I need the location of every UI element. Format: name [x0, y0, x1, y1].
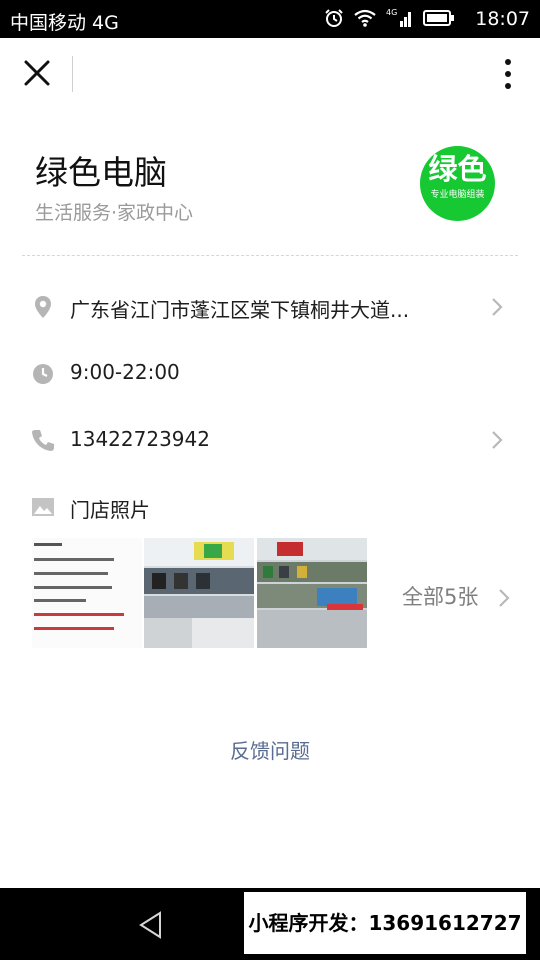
promo-banner: 小程序开发：13691612727 [242, 890, 528, 956]
alarm-icon [325, 9, 343, 27]
shop-category: 生活服务·家政中心 [35, 202, 194, 224]
close-icon[interactable] [20, 56, 54, 90]
battery-icon [423, 10, 454, 26]
wifi-icon [354, 9, 376, 27]
image-icon [32, 498, 54, 516]
top-bar [0, 38, 540, 110]
shop-logo: 绿色 专业电脑组装 [420, 146, 495, 221]
svg-text:4G: 4G [386, 8, 397, 17]
carrier-label: 中国移动 4G [10, 12, 119, 34]
phone-icon [32, 430, 54, 451]
photo-thumbnail-store-shelves[interactable] [257, 538, 367, 648]
chevron-right-icon [492, 298, 503, 316]
photo-thumbnail-price-list[interactable] [32, 538, 142, 648]
clock: 18:07 [475, 8, 530, 30]
see-all-photos-link[interactable]: 全部5张 [402, 581, 478, 611]
chevron-right-icon [492, 431, 503, 449]
address-text: 广东省江门市蓬江区棠下镇桐井大道... [70, 298, 410, 322]
photos-label-row: 门店照片 [0, 482, 540, 532]
photo-thumbnail-store-interior[interactable] [144, 538, 254, 648]
signal-4g-icon: 4G [386, 8, 411, 27]
logo-text: 绿色 [428, 152, 487, 186]
hours-text: 9:00-22:00 [70, 360, 180, 384]
phone-row[interactable]: 13422723942 [0, 415, 540, 465]
address-row[interactable]: 广东省江门市蓬江区棠下镇桐井大道... [0, 282, 540, 332]
hours-row: 9:00-22:00 [0, 348, 540, 398]
more-vertical-icon[interactable] [498, 56, 518, 92]
top-bar-divider [72, 56, 73, 92]
section-divider [22, 255, 518, 256]
clock-icon [33, 364, 53, 384]
status-icons: 4G [324, 7, 455, 29]
chevron-right-icon[interactable] [497, 587, 511, 609]
photos-label: 门店照片 [70, 498, 150, 522]
shop-name: 绿色电脑 [35, 153, 167, 192]
logo-subtext: 专业电脑组装 [430, 190, 485, 200]
status-bar: 中国移动 4G 4G 18:07 [0, 0, 540, 38]
location-pin-icon [35, 296, 51, 318]
feedback-link[interactable]: 反馈问题 [0, 735, 540, 764]
phone-text: 13422723942 [70, 427, 210, 451]
back-triangle-icon[interactable] [138, 910, 164, 940]
